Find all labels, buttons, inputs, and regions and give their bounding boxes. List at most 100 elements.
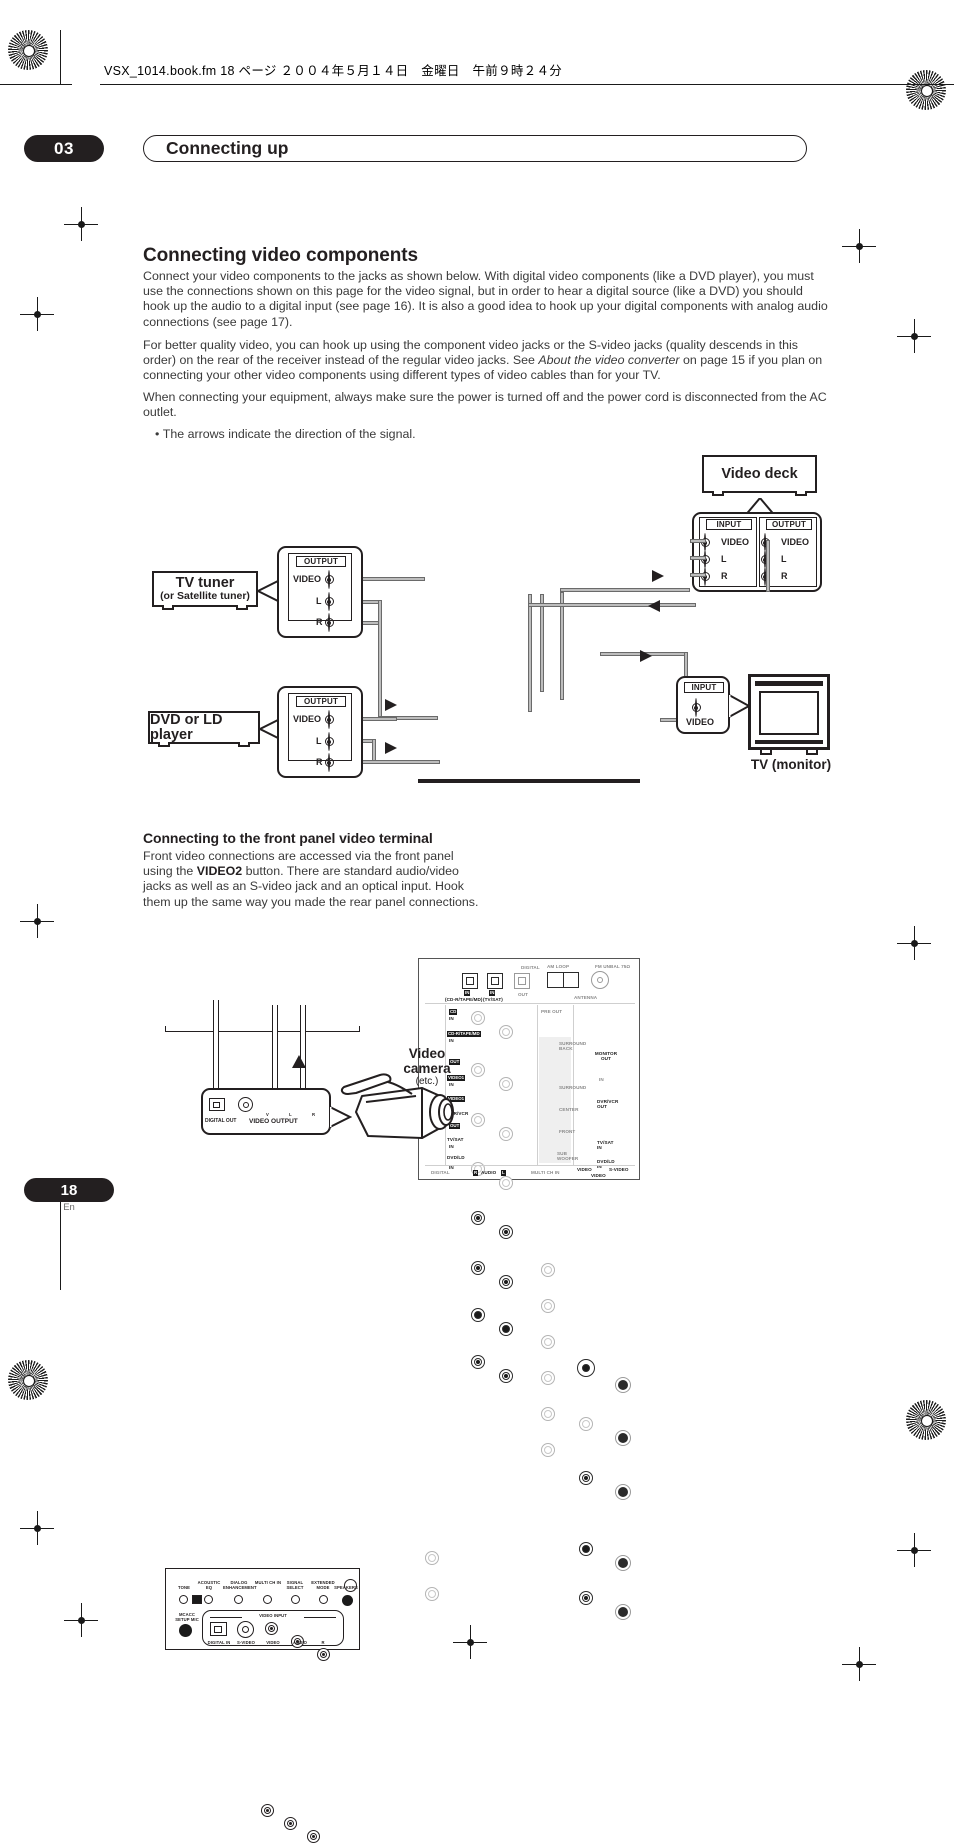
receiver-jack-video1-l[interactable]	[499, 1176, 513, 1190]
front-panel-label-mcacc-mic: MCACC SETUP MIC	[175, 1612, 199, 1622]
receiver-jack-dvr-in-r[interactable]	[471, 1211, 485, 1225]
receiver-video-jack-row0[interactable]	[579, 1417, 593, 1431]
front-panel-knob-extended-mode[interactable]	[319, 1595, 328, 1604]
front-panel-knob-speakers[interactable]	[342, 1595, 353, 1606]
receiver-video-jack-row1[interactable]	[579, 1471, 593, 1485]
tv-tuner-jack-r[interactable]	[328, 613, 330, 632]
receiver-am-terminal-block[interactable]	[547, 972, 579, 988]
receiver-jack-dvr-out-l[interactable]	[499, 1275, 513, 1289]
receiver-bottom-label-digital: DIGITAL	[431, 1170, 450, 1175]
receiver-row-tag-cd: CD	[449, 1009, 458, 1015]
tv-tuner-label-l: L	[316, 596, 322, 606]
front-panel-knob-multi-ch-in[interactable]	[263, 1595, 272, 1604]
dvd-player-jack-video[interactable]	[328, 710, 330, 729]
cable-front-audio	[300, 1005, 306, 1095]
registration-starburst-bottom-right	[906, 1400, 946, 1440]
tv-tuner-output-header: OUTPUT	[296, 556, 346, 567]
front-panel-knob-tone[interactable]	[179, 1595, 188, 1604]
video-deck-input-jack-r[interactable]	[704, 567, 706, 586]
page-language-label: En	[63, 1202, 75, 1213]
receiver-jack-cd-r[interactable]	[471, 1011, 485, 1025]
dvd-player-jack-l[interactable]	[328, 732, 330, 751]
receiver-jack-monitor-out[interactable]	[577, 1359, 595, 1377]
tv-monitor-jack-video[interactable]	[695, 698, 697, 717]
receiver-jack-cd-l[interactable]	[499, 1025, 513, 1039]
receiver-svideo-row1[interactable]	[615, 1484, 631, 1500]
front-panel-knob-dialog-enhancement[interactable]	[234, 1595, 243, 1604]
arrow-deck-out	[652, 570, 664, 582]
front-panel-label-video-input: VIDEO INPUT	[259, 1613, 287, 1618]
receiver-fm-unbal-label: FM UNBAL 75Ω	[595, 964, 631, 969]
receiver-channel-mark-r: R	[473, 1170, 479, 1176]
receiver-digital-terminal-3[interactable]	[514, 973, 530, 989]
receiver-jack-tvsat-l[interactable]	[499, 1322, 513, 1336]
receiver-jack-cdr-out-r[interactable]	[471, 1113, 485, 1127]
front-panel-video-input-rule-right	[304, 1617, 336, 1618]
receiver-preout-jack-3[interactable]	[541, 1335, 555, 1349]
dvd-player-jack-r[interactable]	[328, 753, 330, 772]
tv-tuner-jack-video[interactable]	[328, 570, 330, 589]
cable-deck-out-lr	[540, 594, 544, 692]
receiver-digital-in1-tag: IN	[464, 990, 471, 996]
paragraph-3: When connecting your equipment, always m…	[143, 390, 833, 420]
receiver-jack-cdr-in-l[interactable]	[499, 1077, 513, 1091]
registration-starburst-bottom-left	[8, 1360, 48, 1400]
dvd-player-label: DVD or LD player	[150, 711, 223, 743]
front-panel-svideo-jack[interactable]	[237, 1621, 254, 1638]
front-panel-video-jack[interactable]	[265, 1622, 278, 1635]
receiver-row-sub-cdr-in: IN	[449, 1038, 454, 1043]
front-panel-body: TONE ACOUSTIC EQ DIALOG ENHANCEMENT MULT…	[165, 1568, 360, 1661]
receiver-preout-jack-4[interactable]	[541, 1371, 555, 1385]
receiver-ground-jack-1[interactable]	[425, 1551, 439, 1565]
receiver-bottom-label-multi-ch: MULTI CH IN	[531, 1170, 560, 1175]
front-panel-audio-r-jack[interactable]	[317, 1648, 330, 1661]
receiver-jack-tvsat-r[interactable]	[471, 1308, 485, 1322]
registration-mark-top-right	[842, 229, 876, 263]
receiver-jack-cdr-out-l[interactable]	[499, 1127, 513, 1141]
receiver-bottom-edge	[418, 779, 640, 783]
camera-video-out-jack-v[interactable]	[261, 1804, 274, 1817]
front-panel-knob-acoustic-eq[interactable]	[204, 1595, 213, 1604]
receiver-jack-dvdld-r[interactable]	[471, 1355, 485, 1369]
receiver-video-jack-row3[interactable]	[579, 1591, 593, 1605]
front-panel-digital-in-jack[interactable]	[210, 1622, 227, 1636]
tv-tuner-jack-l[interactable]	[328, 592, 330, 611]
video-camera-caption: Video camera (etc.)	[392, 1046, 462, 1088]
receiver-svideo-monitor-out[interactable]	[615, 1377, 631, 1393]
receiver-ground-jack-2[interactable]	[425, 1587, 439, 1601]
front-panel-base	[165, 1026, 360, 1032]
receiver-jack-cdr-in-r[interactable]	[471, 1063, 485, 1077]
front-panel-volume-knob[interactable]	[344, 1579, 357, 1592]
camera-caption-line2: camera	[403, 1061, 451, 1076]
receiver-digital-out-tag: OUT	[518, 992, 528, 997]
front-panel-knob-signal-select[interactable]	[291, 1595, 300, 1604]
camera-video-out-jack-l[interactable]	[284, 1817, 297, 1830]
receiver-svideo-row3[interactable]	[615, 1604, 631, 1620]
camera-video-out-jack-r[interactable]	[307, 1830, 320, 1843]
camera-digital-out-jack[interactable]	[209, 1098, 225, 1111]
receiver-digital-terminal-2[interactable]	[487, 973, 503, 989]
cable-deck-in-top	[560, 588, 690, 592]
receiver-jack-dvdld-l[interactable]	[499, 1369, 513, 1383]
receiver-jack-dvr-out-r[interactable]	[471, 1261, 485, 1275]
video-deck-input-label-r: R	[721, 571, 728, 581]
receiver-preout-jack-5[interactable]	[541, 1407, 555, 1421]
front-panel-mcacc-mic-jack[interactable]	[179, 1624, 192, 1637]
receiver-digital-in1-sub: (CD-R/TAPE/MD)	[445, 997, 483, 1002]
receiver-bottom-label-video: VIDEO	[577, 1167, 592, 1172]
receiver-fm-coax-jack[interactable]	[591, 971, 609, 989]
front-panel-tone-switch[interactable]	[192, 1595, 202, 1604]
video-deck-input-label-video: VIDEO	[721, 537, 750, 547]
receiver-digital-terminal-1[interactable]	[462, 973, 478, 989]
receiver-svideo-row2[interactable]	[615, 1555, 631, 1571]
registration-mark-right-middle	[897, 926, 931, 960]
front-panel-label-dialog-enhancement: DIALOG ENHANCEMENT	[223, 1580, 257, 1590]
receiver-preout-jack-2[interactable]	[541, 1299, 555, 1313]
receiver-preout-jack-6[interactable]	[541, 1443, 555, 1457]
receiver-svideo-row0[interactable]	[615, 1430, 631, 1446]
receiver-video-jack-row2[interactable]	[579, 1542, 593, 1556]
receiver-jack-dvr-in-l[interactable]	[499, 1225, 513, 1239]
camera-svideo-out-jack[interactable]	[238, 1097, 253, 1112]
receiver-preout-row-label-1: SURROUND BACK	[559, 1041, 587, 1052]
receiver-preout-jack-1[interactable]	[541, 1263, 555, 1277]
